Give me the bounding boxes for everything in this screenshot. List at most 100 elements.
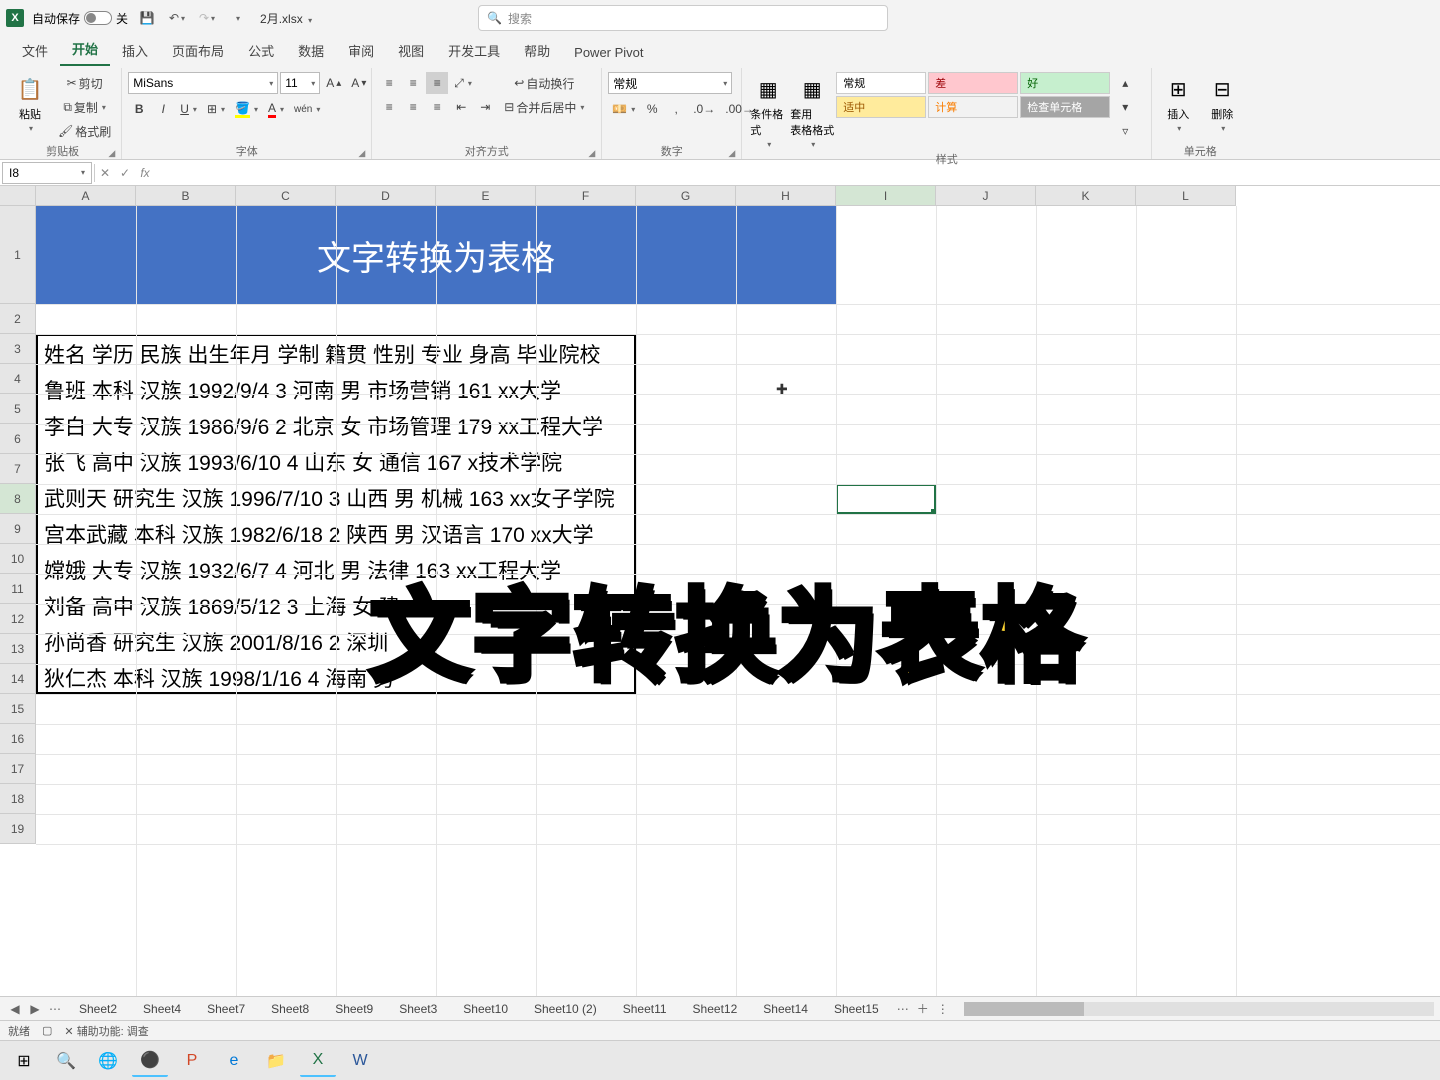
row-header-11[interactable]: 11 <box>0 574 36 604</box>
paste-button[interactable]: 📋 粘贴▾ <box>10 72 50 135</box>
row-header-14[interactable]: 14 <box>0 664 36 694</box>
font-size-combo[interactable]: 11▾ <box>280 72 320 94</box>
increase-indent-button[interactable]: ⇥ <box>474 96 496 118</box>
accessibility-status[interactable]: ✕ 辅助功能: 调查 <box>64 1023 148 1039</box>
name-box[interactable]: I8▾ <box>2 162 92 184</box>
styles-more-down-icon[interactable]: ▾ <box>1114 96 1136 118</box>
border-button[interactable]: ⊞▾ <box>203 98 229 120</box>
fx-icon[interactable]: fx <box>135 166 155 180</box>
explorer-icon[interactable]: 📁 <box>258 1045 294 1077</box>
row-headers[interactable]: 12345678910111213141516171819 <box>0 206 36 844</box>
insert-cells-button[interactable]: ⊞插入▾ <box>1158 72 1198 135</box>
row-header-5[interactable]: 5 <box>0 394 36 424</box>
sheet-nav-more-icon[interactable]: ⋯ <box>46 1002 64 1016</box>
chrome-icon[interactable]: 🌐 <box>90 1045 126 1077</box>
style-normal[interactable]: 常规 <box>836 72 926 94</box>
row-header-16[interactable]: 16 <box>0 724 36 754</box>
sheet-split-icon[interactable]: ⋮ <box>934 1002 952 1016</box>
col-header-G[interactable]: G <box>636 186 736 206</box>
align-left-button[interactable]: ≡ <box>378 96 400 118</box>
style-calc[interactable]: 计算 <box>928 96 1018 118</box>
col-header-F[interactable]: F <box>536 186 636 206</box>
font-color-button[interactable]: A▾ <box>264 98 288 120</box>
sheet-tab-Sheet15[interactable]: Sheet15 <box>821 998 892 1020</box>
align-right-button[interactable]: ≡ <box>426 96 448 118</box>
sheet-tab-Sheet10[interactable]: Sheet10 <box>450 998 521 1020</box>
underline-button[interactable]: U▾ <box>176 98 201 120</box>
phonetic-button[interactable]: wén▾ <box>290 98 324 120</box>
col-header-L[interactable]: L <box>1136 186 1236 206</box>
row-header-10[interactable]: 10 <box>0 544 36 574</box>
tab-help[interactable]: 帮助 <box>512 35 562 66</box>
clipboard-launcher-icon[interactable]: ◢ <box>108 148 115 159</box>
style-check[interactable]: 检查单元格 <box>1020 96 1110 118</box>
fill-color-button[interactable]: 🪣▾ <box>231 98 262 120</box>
tab-formulas[interactable]: 公式 <box>236 35 286 66</box>
col-header-H[interactable]: H <box>736 186 836 206</box>
align-bottom-button[interactable]: ≡ <box>426 72 448 94</box>
increase-decimal-button[interactable]: .0→ <box>689 98 719 120</box>
copy-button[interactable]: ⧉复制▾ <box>54 96 115 118</box>
undo-icon[interactable]: ↶▾ <box>166 7 188 29</box>
col-header-K[interactable]: K <box>1036 186 1136 206</box>
sheet-tab-Sheet2[interactable]: Sheet2 <box>66 998 130 1020</box>
align-launcher-icon[interactable]: ◢ <box>588 148 595 159</box>
sheet-tab-Sheet8[interactable]: Sheet8 <box>258 998 322 1020</box>
style-neutral[interactable]: 适中 <box>836 96 926 118</box>
sheet-add-icon[interactable]: ＋ <box>914 1000 932 1017</box>
row-header-3[interactable]: 3 <box>0 334 36 364</box>
autosave-toggle[interactable]: 自动保存 关 <box>32 10 128 27</box>
search-input[interactable]: 🔍 搜索 <box>478 5 888 31</box>
align-top-button[interactable]: ≡ <box>378 72 400 94</box>
excel-taskbar-icon[interactable]: X <box>300 1045 336 1077</box>
row-header-1[interactable]: 1 <box>0 206 36 304</box>
sheet-tab-Sheet14[interactable]: Sheet14 <box>750 998 821 1020</box>
sheet-tab-Sheet9[interactable]: Sheet9 <box>322 998 386 1020</box>
decrease-indent-button[interactable]: ⇤ <box>450 96 472 118</box>
powerpoint-icon[interactable]: P <box>174 1045 210 1077</box>
font-name-combo[interactable]: MiSans▾ <box>128 72 278 94</box>
file-name[interactable]: 2月.xlsx ▾ <box>260 10 312 27</box>
edge-icon[interactable]: e <box>216 1045 252 1077</box>
toggle-icon[interactable] <box>84 11 112 25</box>
tab-review[interactable]: 审阅 <box>336 35 386 66</box>
sheet-tab-Sheet4[interactable]: Sheet4 <box>130 998 194 1020</box>
cut-button[interactable]: ✂剪切 <box>54 72 115 94</box>
col-header-J[interactable]: J <box>936 186 1036 206</box>
row-header-8[interactable]: 8 <box>0 484 36 514</box>
col-header-E[interactable]: E <box>436 186 536 206</box>
row-header-12[interactable]: 12 <box>0 604 36 634</box>
orientation-button[interactable]: ⤢▾ <box>450 72 476 94</box>
tab-home[interactable]: 开始 <box>60 33 110 66</box>
col-header-I[interactable]: I <box>836 186 936 206</box>
tab-file[interactable]: 文件 <box>10 35 60 66</box>
start-button[interactable]: ⊞ <box>6 1045 42 1077</box>
sheet-nav-prev-icon[interactable]: ◀ <box>6 1002 24 1016</box>
conditional-format-button[interactable]: ▦条件格式▾ <box>748 72 788 151</box>
obs-icon[interactable]: ⚫ <box>132 1045 168 1077</box>
col-header-B[interactable]: B <box>136 186 236 206</box>
sheet-tab-Sheet10 (2)[interactable]: Sheet10 (2) <box>521 998 610 1020</box>
row-header-9[interactable]: 9 <box>0 514 36 544</box>
tab-developer[interactable]: 开发工具 <box>436 35 512 66</box>
search-taskbar-icon[interactable]: 🔍 <box>48 1045 84 1077</box>
accept-formula-icon[interactable]: ✓ <box>115 166 135 180</box>
delete-cells-button[interactable]: ⊟删除▾ <box>1202 72 1242 135</box>
tab-view[interactable]: 视图 <box>386 35 436 66</box>
comma-button[interactable]: , <box>665 98 687 120</box>
sheet-nav-next-icon[interactable]: ▶ <box>26 1002 44 1016</box>
row-header-7[interactable]: 7 <box>0 454 36 484</box>
align-middle-button[interactable]: ≡ <box>402 72 424 94</box>
style-good[interactable]: 好 <box>1020 72 1110 94</box>
save-icon[interactable]: 💾 <box>136 7 158 29</box>
wrap-text-button[interactable]: ↩自动换行 <box>500 72 588 94</box>
tab-data[interactable]: 数据 <box>286 35 336 66</box>
sheet-tab-Sheet12[interactable]: Sheet12 <box>680 998 751 1020</box>
sheet-more-icon[interactable]: ⋯ <box>894 1002 912 1016</box>
macro-record-icon[interactable]: ▢ <box>42 1024 52 1037</box>
percent-button[interactable]: % <box>641 98 663 120</box>
select-all-corner[interactable] <box>0 186 36 206</box>
sheet-tab-Sheet11[interactable]: Sheet11 <box>610 998 680 1020</box>
col-header-A[interactable]: A <box>36 186 136 206</box>
row-header-6[interactable]: 6 <box>0 424 36 454</box>
